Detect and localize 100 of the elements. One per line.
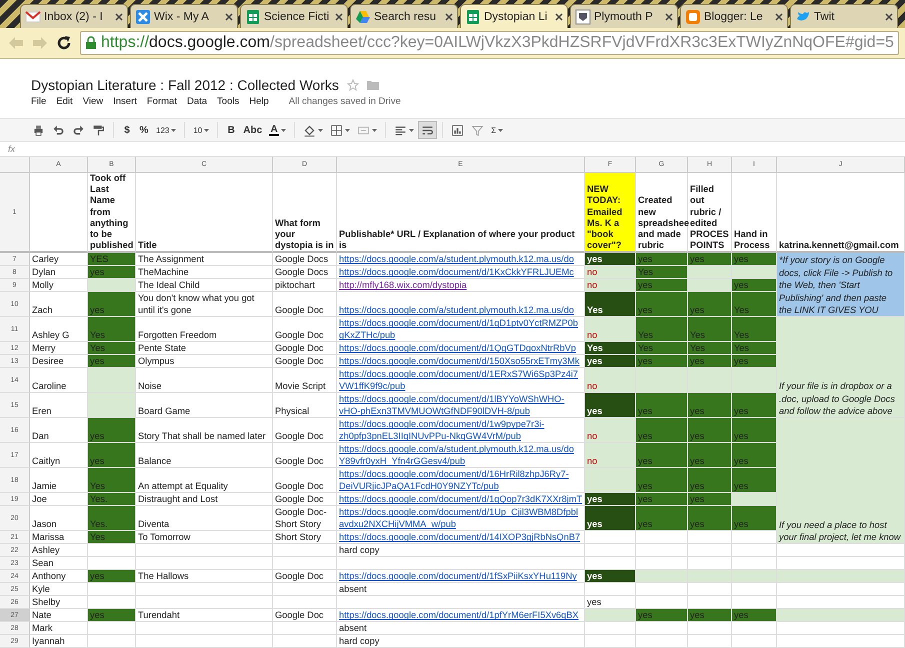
table-cell: absent [337,622,585,636]
star-icon[interactable] [346,79,359,91]
url-link[interactable]: https://docs.google.com/document/d/1qQop7r3dK7XXr8jmT [339,493,582,506]
table-cell [636,622,688,636]
toolbar-button[interactable]: B [223,121,240,139]
table-cell: Yes [88,317,136,342]
browser-tab[interactable]: Search resu [350,4,458,28]
table-cell: yes [88,609,136,622]
address-bar[interactable]: https://docs.google.com/spreadsheet/ccc?key=0AILWjVkzX3PkdHZSRFVjdVFrdXR3c3ExTWIyZnNqOFE#gid=5 [80,31,899,55]
caret-icon [281,128,286,132]
table-cell: Google Doc [273,443,337,468]
chart-icon [451,124,464,136]
table-cell: Yes [688,317,732,342]
browser-tab[interactable]: Blogger: Le [680,4,788,28]
table-cell: yes [636,418,688,444]
table-cell [585,544,636,558]
text-color-label: A [269,124,280,136]
table-cell [585,622,636,636]
table-cell [732,622,777,636]
table-cell [88,544,136,558]
table-cell [636,635,688,648]
close-icon[interactable] [225,12,233,20]
table-cell: Forgotten Freedom [136,317,273,342]
url-link[interactable]: https://docs.google.com/a/student.plymouth.k12.ma.us/do [339,253,582,266]
url-link[interactable]: https://docs.google.com/document/d/1pfYrM6erFI5Xv6qBX [339,609,582,622]
toolbar-dropdown[interactable]: Σ [488,121,506,139]
table-cell: Google Doc [273,342,337,356]
close-icon[interactable] [555,12,563,20]
table-cell: yes [688,355,732,368]
browser-tab[interactable]: Twit [790,4,898,28]
close-icon[interactable] [665,12,673,20]
table-cell: Yes. [88,506,136,532]
table-cell: yes [688,468,732,494]
table-cell: You don't know what you got until it's gone [136,292,273,318]
table-cell: Movie Script [273,368,337,394]
table-cell: yes [636,253,688,266]
table-cell: Yes [636,266,688,280]
caret-icon [171,128,176,132]
table-cell: Yes [88,342,136,356]
close-icon[interactable] [445,12,453,20]
menu-item[interactable]: Insert [113,96,142,107]
browser-tab[interactable]: Inbox (2) - I [20,4,128,28]
table-cell [732,544,777,558]
toolbar-button[interactable] [418,121,438,139]
borders-icon [330,124,344,136]
menu-item[interactable]: Help [249,96,274,107]
menu-item[interactable]: File [31,96,52,107]
text-color-button[interactable]: A [266,121,290,139]
table-cell: yes [688,443,732,468]
table-cell: yes [732,393,777,418]
document-title[interactable]: Dystopian Literature : Fall 2012 : Collected Works [31,77,339,93]
table-cell: If you need a place to host your final project, let me know [777,418,905,544]
dropdown-label: 123 [156,126,170,134]
table-cell [88,635,136,648]
toolbar-button[interactable]: $ [119,121,135,139]
menu-item[interactable]: Edit [56,96,78,107]
close-icon[interactable] [115,12,123,20]
table-cell: Yes. [88,493,136,506]
close-icon[interactable] [775,12,783,20]
menu-item[interactable]: Tools [217,96,244,107]
url-link[interactable]: https://docs.google.com/document/d/1fSxPiiKsxYHu119Ny [339,570,582,582]
cross-tile-icon [135,8,151,24]
table-cell: Shelby [30,596,88,610]
tab-title: Wix - My A [154,10,210,22]
toolbar-button[interactable]: % [136,121,152,139]
menu-item[interactable]: Format [146,96,182,107]
url-link[interactable]: https://docs.google.com/a/student.plymouth.k12.ma.us/do [339,304,582,316]
browser-tab[interactable]: Plymouth P [570,4,678,28]
table-cell: Pente State [136,342,273,356]
table-cell [273,635,337,648]
url-link[interactable]: https://docs.google.com/document/d/150Xso55rxETmy3Mk [339,355,582,368]
table-cell: hard copy [337,544,585,558]
table-cell: Google Doc- Short Story [273,506,337,532]
table-cell: yes [585,393,636,418]
table-cell [732,635,777,648]
table-cell [688,635,732,648]
menu-item[interactable]: View [82,96,108,107]
table-cell: *If your story is on Google docs, click File -> Publish to the Web, then 'Start Publishing' and then paste the LINK IT GIVES YOU [777,253,905,318]
browser-tab[interactable]: Wix - My A [130,4,238,28]
menu-item[interactable]: Data [186,96,212,107]
close-icon[interactable] [335,12,343,20]
url-link[interactable]: http://mfly168.wix.com/dystopia [339,279,582,292]
url-link[interactable]: https://docs.google.com/document/d/1QgGTDgoxNtrRbVp [339,342,582,354]
table-cell: Yes [88,468,136,494]
table-cell [688,531,732,544]
lock-icon [85,36,97,50]
toolbar-dropdown[interactable]: 10 [190,121,212,139]
close-icon[interactable] [885,12,893,20]
table-cell: Google Doc [273,570,337,584]
tab-title: Search resu [374,10,438,22]
table-cell: yes [688,493,732,506]
browser-tab[interactable]: Dystopian Li [460,4,568,28]
toolbar-dropdown[interactable]: 123 [153,121,180,139]
table-cell: Yes [88,531,136,544]
url-link[interactable]: https://docs.google.com/document/d/1KxCkkYFRLJUEMc [339,266,582,278]
browser-tab[interactable]: Science Ficti [240,4,348,28]
spreadsheet-icon [465,8,481,24]
url-link[interactable]: https://docs.google.com/document/d/14IXOP3gjRbNsQnB7 [339,531,582,544]
table-cell: yes [636,292,688,318]
toolbar-button[interactable]: Abc [240,121,266,139]
